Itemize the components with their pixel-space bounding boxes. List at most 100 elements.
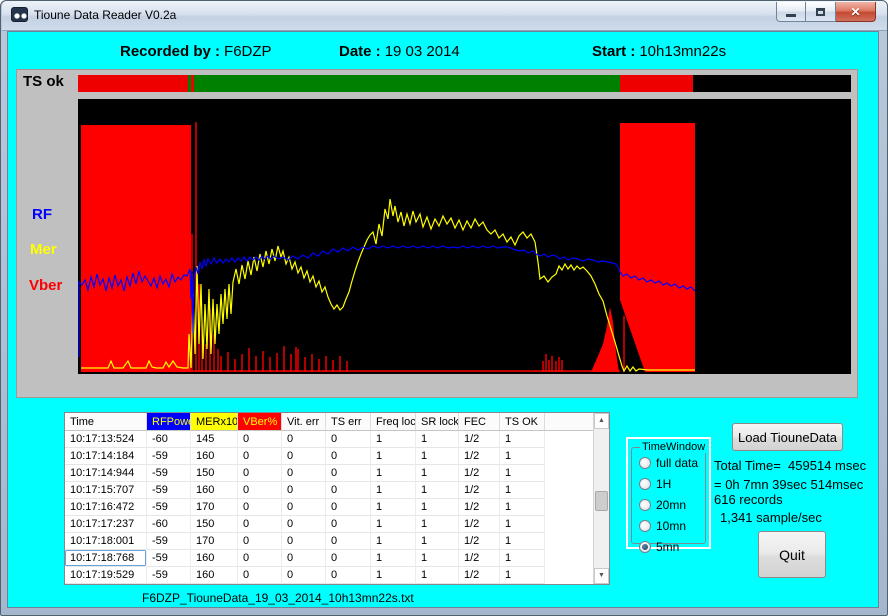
table-cell[interactable]: 0 [238, 550, 282, 567]
radio-option-20mn[interactable]: 20mn [639, 498, 703, 511]
table-row[interactable]: 10:17:17:237-60150000111/21 [65, 516, 593, 533]
table-cell[interactable]: 0 [326, 431, 371, 448]
table-cell[interactable]: 1 [500, 516, 545, 533]
table-cell[interactable]: 0 [326, 448, 371, 465]
table-cell[interactable]: 1 [416, 448, 459, 465]
table-cell[interactable]: 0 [282, 482, 326, 499]
table-cell[interactable]: -59 [147, 465, 191, 482]
column-header-rfpower[interactable]: RFPower [147, 413, 191, 430]
table-cell[interactable]: 0 [238, 516, 282, 533]
scroll-up-icon[interactable]: ▲ [594, 413, 609, 429]
table-cell[interactable]: 10:17:17:237 [65, 516, 147, 533]
table-cell[interactable]: 0 [326, 567, 371, 584]
table-cell[interactable]: 1 [500, 499, 545, 516]
column-header-fec[interactable]: FEC [459, 413, 500, 430]
radio-icon[interactable] [639, 478, 651, 490]
radio-icon[interactable] [639, 541, 651, 553]
table-cell[interactable]: 1 [500, 448, 545, 465]
radio-icon[interactable] [639, 457, 651, 469]
table-cell[interactable]: 1 [416, 550, 459, 567]
table-cell[interactable]: 0 [282, 516, 326, 533]
column-header-ts-err[interactable]: TS err [326, 413, 371, 430]
radio-icon[interactable] [639, 520, 651, 532]
table-cell[interactable]: 1/2 [459, 482, 500, 499]
table-cell[interactable]: 0 [238, 567, 282, 584]
table-cell[interactable]: 160 [191, 448, 238, 465]
table-cell[interactable]: -59 [147, 567, 191, 584]
table-cell[interactable]: 1 [371, 499, 416, 516]
table-cell[interactable]: 1 [500, 550, 545, 567]
table-cell[interactable]: 10:17:14:184 [65, 448, 147, 465]
radio-label[interactable]: 1H [656, 477, 671, 491]
quit-button[interactable]: Quit [758, 531, 826, 578]
table-cell[interactable]: 0 [238, 448, 282, 465]
table-cell[interactable]: 160 [191, 550, 238, 567]
table-cell[interactable]: 1 [416, 482, 459, 499]
table-cell[interactable]: 1/2 [459, 533, 500, 550]
table-cell[interactable]: 1 [371, 516, 416, 533]
table-cell[interactable]: 170 [191, 499, 238, 516]
table-cell[interactable]: 145 [191, 431, 238, 448]
minimize-button[interactable] [776, 2, 806, 22]
table-cell[interactable]: 1/2 [459, 516, 500, 533]
table-cell[interactable]: -59 [147, 533, 191, 550]
table-cell[interactable]: -59 [147, 448, 191, 465]
table-cell[interactable]: 1/2 [459, 499, 500, 516]
maximize-button[interactable] [806, 2, 836, 22]
table-cell[interactable]: 0 [282, 499, 326, 516]
table-cell[interactable]: 1/2 [459, 431, 500, 448]
table-cell[interactable]: 0 [326, 465, 371, 482]
scrollbar-thumb[interactable] [595, 491, 608, 511]
table-cell[interactable]: -59 [147, 482, 191, 499]
table-cell[interactable]: 1 [500, 465, 545, 482]
table-cell[interactable]: 170 [191, 533, 238, 550]
table-cell[interactable]: 0 [326, 516, 371, 533]
table-cell[interactable]: 1 [500, 533, 545, 550]
table-grid[interactable]: TimeRFPowerMERx10VBer%Vit. errTS errFreq… [65, 413, 593, 584]
table-cell[interactable]: -59 [147, 499, 191, 516]
table-cell[interactable]: 0 [282, 448, 326, 465]
table-cell[interactable]: 0 [238, 465, 282, 482]
table-cell[interactable]: 10:17:19:529 [65, 567, 147, 584]
load-tiounedata-button[interactable]: Load TiouneData [732, 423, 843, 451]
radio-label[interactable]: 5mn [656, 540, 679, 554]
table-cell[interactable]: 0 [238, 499, 282, 516]
radio-label[interactable]: 20mn [656, 498, 686, 512]
column-header-freq-lock[interactable]: Freq lock [371, 413, 416, 430]
table-cell[interactable]: 10:17:13:524 [65, 431, 147, 448]
table-row[interactable]: 10:17:18:001-59170000111/21 [65, 533, 593, 550]
table-cell[interactable]: 0 [238, 482, 282, 499]
table-cell[interactable]: 0 [326, 550, 371, 567]
table-cell[interactable]: 10:17:16:472 [65, 499, 147, 516]
table-cell[interactable]: 0 [238, 431, 282, 448]
title-bar[interactable]: Tioune Data Reader V0.2a ✕ [2, 1, 887, 31]
column-header-ts-ok[interactable]: TS OK [500, 413, 545, 430]
column-header-vber-[interactable]: VBer% [238, 413, 282, 430]
table-cell[interactable]: 1 [500, 567, 545, 584]
table-row[interactable]: 10:17:19:529-59160000111/21 [65, 567, 593, 584]
table-cell[interactable]: 0 [282, 465, 326, 482]
radio-icon[interactable] [639, 499, 651, 511]
scroll-down-icon[interactable]: ▼ [594, 568, 609, 584]
table-cell[interactable]: 1/2 [459, 550, 500, 567]
table-cell[interactable]: 1 [371, 448, 416, 465]
table-cell[interactable]: 10:17:18:768 [65, 550, 147, 567]
table-cell[interactable]: -60 [147, 431, 191, 448]
table-cell[interactable]: 10:17:15:707 [65, 482, 147, 499]
table-row[interactable]: 10:17:14:944-59150000111/21 [65, 465, 593, 482]
table-cell[interactable]: 1 [416, 516, 459, 533]
radio-label[interactable]: 10mn [656, 519, 686, 533]
table-row[interactable]: 10:17:18:768-59160000111/21 [65, 550, 593, 567]
table-cell[interactable]: 1 [371, 533, 416, 550]
radio-label[interactable]: full data [656, 456, 698, 470]
table-cell[interactable]: 1/2 [459, 465, 500, 482]
table-cell[interactable]: -60 [147, 516, 191, 533]
table-cell[interactable]: 0 [282, 550, 326, 567]
table-cell[interactable]: 160 [191, 567, 238, 584]
table-cell[interactable]: 0 [326, 499, 371, 516]
table-cell[interactable]: 1 [500, 431, 545, 448]
table-row[interactable]: 10:17:16:472-59170000111/21 [65, 499, 593, 516]
table-row[interactable]: 10:17:15:707-59160000111/21 [65, 482, 593, 499]
table-cell[interactable]: 0 [326, 482, 371, 499]
table-cell[interactable]: 1 [416, 499, 459, 516]
